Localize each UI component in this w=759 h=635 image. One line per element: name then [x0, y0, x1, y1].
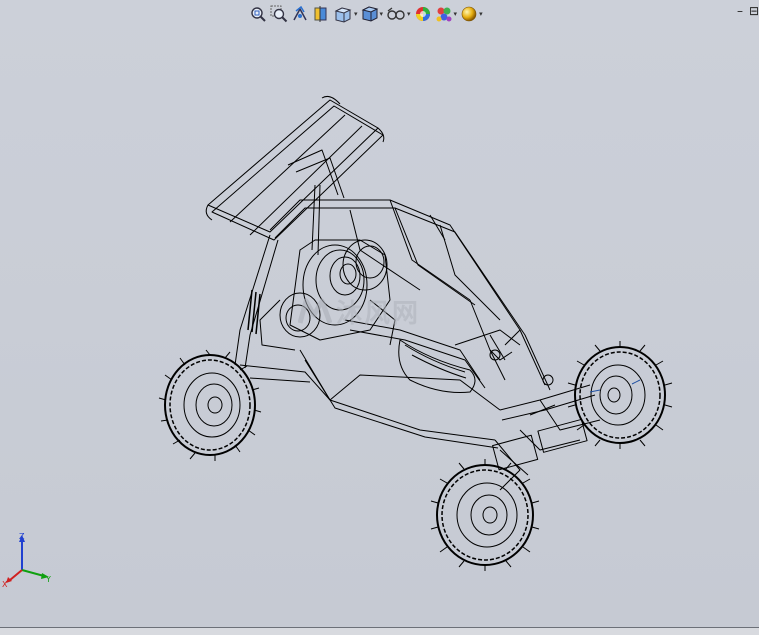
view-orientation-icon	[334, 7, 352, 23]
previous-view-icon	[293, 5, 307, 21]
wheel-front-left	[430, 459, 540, 571]
dropdown-arrow-icon: ▾	[379, 10, 384, 18]
display-style-button[interactable]: ▾	[360, 3, 385, 25]
wireframe-model[interactable]	[150, 90, 690, 580]
mf-logo-icon	[298, 298, 332, 324]
zoom-fit-icon	[251, 7, 266, 22]
minimize-button[interactable]: –	[737, 4, 743, 18]
wheel-rear-left	[158, 349, 262, 461]
section-view-icon	[314, 6, 327, 22]
apply-scene-button[interactable]: ▾	[434, 3, 459, 25]
view-orientation-button[interactable]: ▾	[332, 3, 359, 25]
x-axis-label: X	[2, 580, 8, 588]
hide-show-icon	[387, 7, 405, 20]
view-settings-button[interactable]: ▾	[459, 3, 484, 25]
zoom-to-area-button[interactable]	[269, 3, 289, 25]
scene-icon	[436, 7, 452, 22]
restore-button[interactable]: ⊟	[749, 4, 759, 18]
y-axis-line	[21, 569, 45, 577]
rear-shock	[247, 289, 261, 335]
watermark: 沐风网	[298, 293, 420, 330]
hide-show-items-button[interactable]: ▾	[385, 3, 412, 25]
heads-up-view-toolbar: ▾ ▾ ▾ ▾ ▾	[248, 2, 484, 26]
display-style-icon	[361, 6, 378, 22]
dropdown-arrow-icon: ▾	[407, 10, 411, 18]
zoom-area-icon	[270, 5, 288, 23]
watermark-text: 沐风网	[336, 299, 421, 329]
view-settings-icon	[461, 6, 477, 22]
dropdown-arrow-icon: ▾	[479, 10, 483, 18]
window-controls: – ⊟	[737, 4, 759, 18]
x-axis-line	[9, 569, 23, 581]
z-axis-label: Z	[19, 532, 25, 541]
previous-view-button[interactable]	[290, 3, 310, 25]
zoom-to-fit-button[interactable]	[248, 3, 268, 25]
seat	[398, 339, 476, 393]
dropdown-arrow-icon: ▾	[354, 10, 358, 18]
appearance-icon	[415, 7, 430, 21]
dropdown-arrow-icon: ▾	[453, 10, 458, 18]
edit-appearance-button[interactable]	[413, 3, 433, 25]
steering-link	[489, 334, 506, 361]
wheel-front-right	[567, 341, 673, 449]
reference-triad: Z Y X	[2, 532, 51, 588]
section-view-button[interactable]	[311, 3, 331, 25]
y-axis-label: Y	[45, 575, 51, 584]
graphics-viewport[interactable]: ▾ ▾ ▾ ▾ ▾ – ⊟ 沐风网 Z Y X	[0, 0, 759, 627]
